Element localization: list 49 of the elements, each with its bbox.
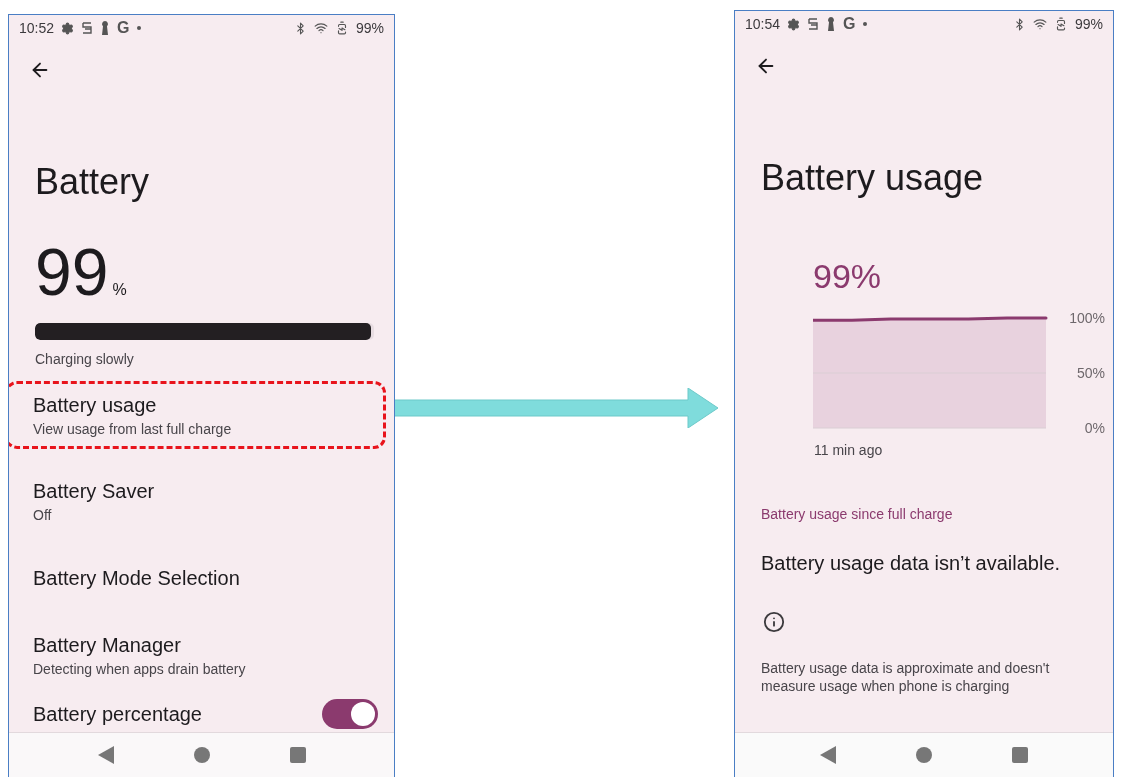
- setting-title: Battery percentage: [33, 702, 203, 726]
- battery-level-text: 99%: [813, 257, 883, 296]
- setting-title: Battery Mode Selection: [33, 566, 241, 590]
- setting-subtitle: View usage from last full charge: [33, 420, 233, 437]
- back-triangle-icon[interactable]: [97, 746, 114, 764]
- setting-title: Battery usage: [33, 393, 158, 417]
- battery-percentage: 99%: [355, 20, 384, 36]
- section-header: Battery usage since full charge: [761, 506, 954, 522]
- setting-item[interactable]: Battery Saver Off: [9, 470, 394, 532]
- home-circle-icon[interactable]: [916, 747, 932, 763]
- setting-subtitle: Off: [33, 506, 53, 523]
- status-message: Battery usage data isn’t available.: [761, 552, 1062, 575]
- status-s-icon: [807, 17, 820, 31]
- status-time: 10:52: [19, 20, 55, 36]
- status-s-icon: [81, 21, 94, 35]
- home-circle-icon[interactable]: [193, 747, 210, 763]
- setting-title: Battery Manager: [33, 633, 182, 657]
- y-tick-label: 0%: [1084, 420, 1105, 436]
- wifi-icon: [313, 21, 328, 35]
- setting-item[interactable]: Battery percentage: [9, 696, 394, 732]
- setting-item[interactable]: Battery Mode Selection: [9, 553, 394, 603]
- footnote-text: Battery usage data is approximate and doesn't measure usage when phone is charging: [761, 659, 1051, 695]
- setting-title: Battery Saver: [33, 479, 156, 503]
- recents-square-icon[interactable]: [289, 747, 306, 763]
- setting-item[interactable]: Battery Manager Detecting when apps drain battery: [9, 624, 394, 686]
- charging-status: Charging slowly: [35, 351, 135, 367]
- wifi-icon: [1032, 17, 1047, 31]
- y-tick-label: 100%: [1069, 312, 1105, 326]
- info-icon: [763, 611, 785, 633]
- battery-level-number: 99: [35, 239, 109, 305]
- dot-icon: [862, 22, 867, 26]
- x-axis-label: 11 min ago: [814, 442, 883, 458]
- battery-percentage: 99%: [1074, 16, 1103, 32]
- back-triangle-icon[interactable]: [820, 746, 836, 764]
- settings-icon: [787, 17, 801, 31]
- settings-icon: [61, 21, 75, 35]
- page-title: Battery: [35, 161, 151, 203]
- percent-unit: %: [112, 281, 127, 299]
- keyhole-icon: [100, 21, 111, 35]
- status-time: 10:54: [745, 16, 781, 32]
- setting-subtitle: Detecting when apps drain battery: [33, 660, 247, 677]
- google-g-icon: G: [843, 15, 856, 33]
- page-title: Battery usage: [761, 157, 985, 199]
- toggle-switch[interactable]: [322, 699, 378, 729]
- highlighted-setting-item[interactable]: Battery usage View usage from last full charge: [9, 381, 386, 449]
- keyhole-icon: [826, 17, 837, 31]
- dot-icon: [136, 26, 141, 30]
- google-g-icon: G: [117, 19, 130, 37]
- y-tick-label: 50%: [1076, 365, 1105, 381]
